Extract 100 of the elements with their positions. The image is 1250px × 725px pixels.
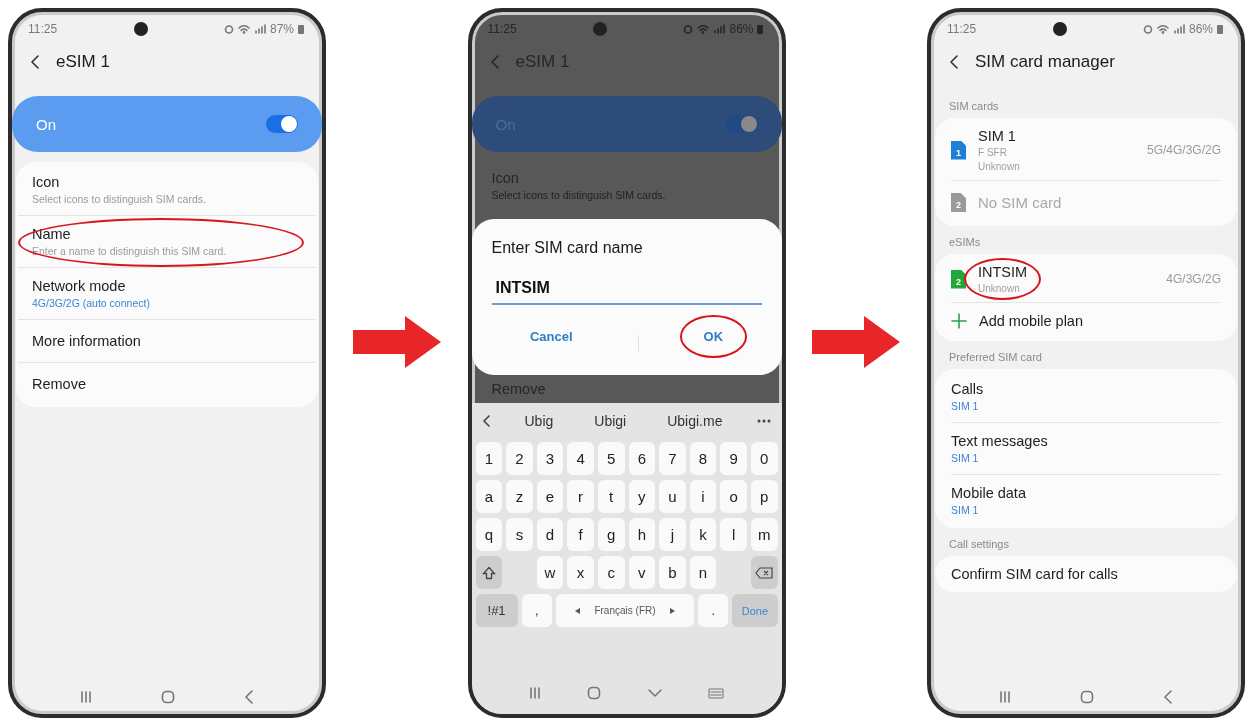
keyboard-key[interactable]: i — [689, 480, 717, 513]
sim-row[interactable]: 1 SIM 1 F SFR Unknown 5G/4G/3G/2G — [951, 120, 1221, 181]
suggestion-word[interactable]: Ubig — [518, 411, 560, 431]
chevron-left-icon[interactable] — [481, 415, 490, 427]
keyboard-key[interactable]: 4 — [567, 442, 594, 475]
settings-item[interactable]: Name Enter a name to distinguish this SIM card. — [18, 216, 316, 268]
keyboard-key[interactable]: n — [689, 556, 717, 589]
chevron-down-icon[interactable] — [647, 688, 662, 698]
name-input-field[interactable]: INTSIM — [491, 279, 762, 305]
keyboard-key[interactable]: l — [720, 518, 747, 551]
backspace-icon — [755, 566, 774, 579]
keyboard-key[interactable]: 2 — [506, 442, 533, 475]
keyboard-key[interactable]: u — [659, 480, 686, 513]
toggle-switch[interactable] — [725, 115, 758, 133]
more-icon[interactable] — [757, 419, 772, 423]
keyboard-key[interactable]: b — [659, 556, 686, 589]
home-icon — [161, 690, 175, 704]
status-time: 11:25 — [28, 22, 58, 36]
symbols-key[interactable]: !#1 — [475, 594, 518, 627]
wifi-icon — [1156, 24, 1169, 34]
period-key[interactable]: . — [698, 594, 729, 627]
keyboard-key[interactable]: 6 — [628, 442, 656, 475]
settings-item[interactable]: Mobile data SIM 1 — [951, 475, 1221, 526]
keyboard-key[interactable]: e — [536, 480, 564, 513]
item-title: More information — [32, 333, 141, 349]
keyboard-key[interactable]: f — [567, 518, 594, 551]
keyboard-key[interactable]: t — [597, 480, 625, 513]
section-label: SIM cards — [948, 99, 1000, 114]
suggestion-word[interactable]: Ubigi — [588, 411, 633, 431]
recent-apps-icon — [999, 691, 1012, 703]
keyboard-key[interactable]: v — [628, 556, 656, 589]
keyboard-icon — [708, 687, 725, 699]
keyboard-key[interactable]: 3 — [536, 442, 564, 475]
signal-icon — [713, 24, 726, 34]
keyboard-key[interactable]: p — [750, 480, 778, 513]
sim-row[interactable]: 2 INTSIM Unknown 4G/3G/2G — [951, 256, 1221, 303]
add-plan-row[interactable]: Add mobile plan — [951, 303, 1221, 339]
keyboard-key[interactable]: q — [475, 518, 503, 551]
item-subtitle: Select icons to distinguish SIM cards. — [32, 193, 206, 205]
comma-key[interactable]: , — [521, 594, 552, 627]
recent-apps-icon — [80, 691, 93, 703]
right-arrow-icon — [352, 315, 441, 368]
item-subtitle: SIM 1 — [951, 452, 980, 464]
item-subtitle: Enter a name to distinguish this SIM card. — [32, 245, 227, 257]
settings-item[interactable]: Network mode 4G/3G/2G (auto connect) — [18, 268, 316, 320]
keyboard-key[interactable]: k — [689, 518, 717, 551]
keyboard-key[interactable]: o — [720, 480, 747, 513]
keyboard-key[interactable]: 8 — [689, 442, 717, 475]
backspace-key[interactable] — [750, 556, 778, 589]
keyboard-key[interactable]: 1 — [475, 442, 503, 475]
network-types: 4G/3G/2G — [1166, 272, 1221, 286]
settings-item[interactable]: Calls SIM 1 — [951, 371, 1221, 423]
keyboard-key[interactable]: s — [506, 518, 533, 551]
suggestion-word[interactable]: Ubigi.me — [661, 411, 729, 431]
dialog-button[interactable]: OK — [691, 323, 735, 350]
item-title: SIM 1 — [978, 128, 1017, 144]
keyboard-key[interactable]: 7 — [659, 442, 686, 475]
keyboard-key[interactable]: w — [536, 556, 564, 589]
shift-key[interactable] — [475, 556, 503, 589]
space-key[interactable]: Français (FR) — [555, 594, 695, 627]
keyboard-key[interactable]: a — [475, 480, 503, 513]
battery-percentage: 87% — [269, 22, 294, 36]
home-icon — [587, 686, 602, 700]
keyboard-key[interactable]: x — [567, 556, 594, 589]
settings-item[interactable]: Icon Select icons to distinguish SIM cards. — [18, 164, 316, 216]
dialog-button[interactable]: Cancel — [517, 323, 585, 350]
keyboard-key[interactable]: z — [506, 480, 533, 513]
keyboard-key[interactable]: 9 — [720, 442, 747, 475]
back-icon[interactable] — [949, 54, 959, 70]
settings-item[interactable]: Text messages SIM 1 — [951, 423, 1221, 475]
keyboard-key[interactable]: m — [750, 518, 778, 551]
wifi-icon — [697, 24, 710, 34]
keyboard-key[interactable]: g — [597, 518, 625, 551]
keyboard-key[interactable]: h — [628, 518, 656, 551]
item-subtitle: 4G/3G/2G (auto connect) — [32, 297, 150, 309]
sim-badge: 2 — [951, 193, 966, 212]
left-triangle-icon — [575, 607, 581, 614]
settings-item[interactable]: More information — [18, 320, 316, 363]
keyboard-key[interactable]: c — [597, 556, 625, 589]
wifi-icon — [237, 24, 250, 34]
settings-item[interactable]: Remove — [18, 363, 316, 405]
battery-percentage: 86% — [1188, 22, 1213, 36]
keyboard-key[interactable]: 0 — [750, 442, 778, 475]
item-title: Calls — [951, 381, 984, 397]
screen-title: SIM card manager — [975, 52, 1115, 72]
toggle-switch[interactable] — [266, 115, 298, 133]
battery-icon — [298, 24, 304, 34]
signal-icon — [253, 24, 266, 34]
plus-icon — [951, 313, 967, 329]
keyboard-key[interactable]: d — [536, 518, 564, 551]
item-title: Name — [32, 226, 72, 242]
item-title: Add mobile plan — [979, 313, 1083, 329]
keyboard-key[interactable]: y — [628, 480, 656, 513]
back-icon[interactable] — [30, 54, 40, 70]
item-title: Confirm SIM card for calls — [951, 566, 1118, 582]
keyboard-key[interactable]: 5 — [597, 442, 625, 475]
status-time: 11:25 — [947, 22, 977, 36]
keyboard-key[interactable]: r — [567, 480, 594, 513]
keyboard-key[interactable]: j — [659, 518, 686, 551]
item-title: Network mode — [32, 278, 127, 294]
